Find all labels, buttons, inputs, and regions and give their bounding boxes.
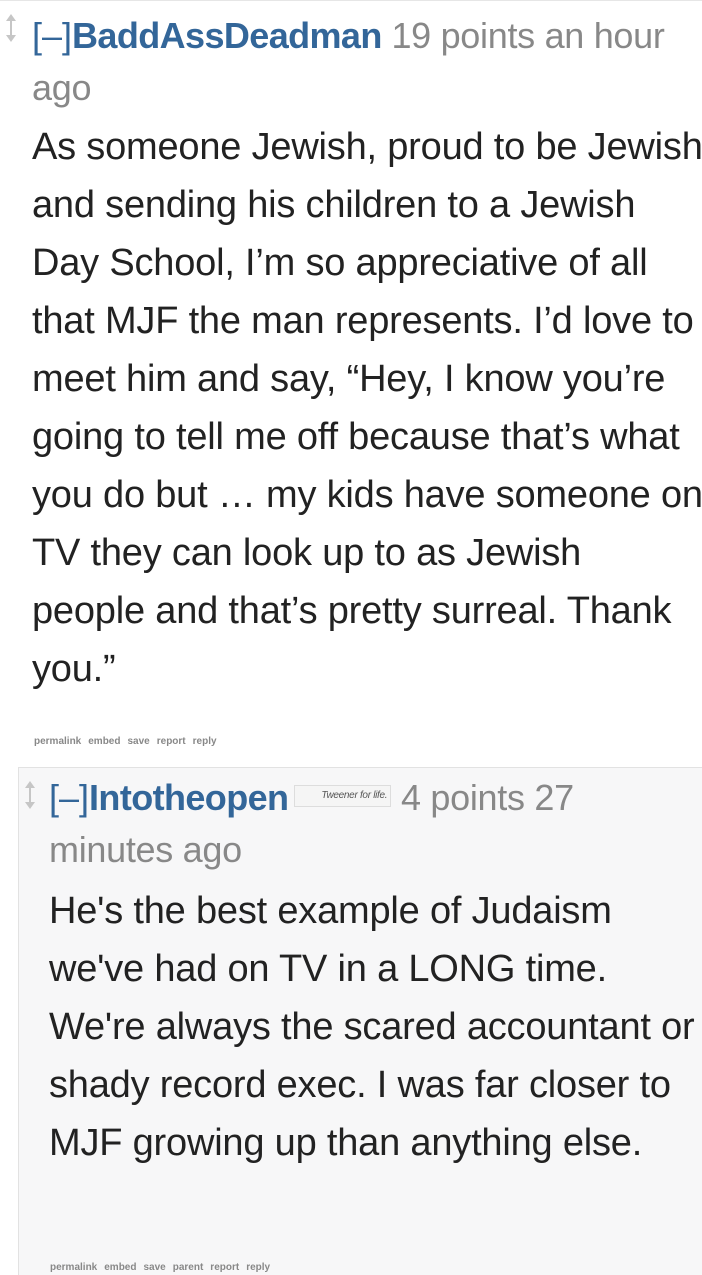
parent-button[interactable]: parent	[173, 1262, 204, 1273]
collapse-toggle[interactable]: [–]	[32, 15, 72, 56]
save-button[interactable]: save	[143, 1262, 165, 1273]
user-flair: Tweener for life.	[294, 785, 392, 808]
score: 19 points	[391, 15, 535, 56]
collapse-toggle[interactable]: [–]	[49, 777, 89, 818]
comment-body: He's the best example of Judaism we've h…	[49, 890, 695, 1164]
score: 4 points	[400, 777, 525, 818]
embed-button[interactable]: embed	[88, 736, 120, 747]
reply-button[interactable]: reply	[193, 736, 217, 747]
report-button[interactable]: report	[157, 736, 186, 747]
permalink-button[interactable]: permalink	[34, 736, 81, 747]
author-link[interactable]: Intotheopen	[89, 777, 289, 818]
top-divider	[0, 0, 702, 1]
vote-stem	[29, 787, 31, 803]
permalink-button[interactable]: permalink	[50, 1262, 97, 1273]
comment-buttons: permalink embed save report reply	[34, 736, 224, 747]
comment-1: [–]BaddAssDeadman 19 points an hour ago …	[0, 2, 702, 760]
comment-2: [–]Intotheopen Tweener for life. 4 points…	[18, 767, 702, 1275]
downvote-icon[interactable]	[25, 802, 35, 809]
embed-button[interactable]: embed	[104, 1262, 136, 1273]
author-link[interactable]: BaddAssDeadman	[72, 15, 382, 56]
comment-tagline: [–]Intotheopen Tweener for life. 4 points…	[49, 772, 699, 876]
vote-stem	[10, 20, 12, 36]
vote-arrows-icon[interactable]	[24, 781, 36, 809]
comment-buttons: permalink embed save parent report reply	[50, 1262, 277, 1273]
vote-arrows-icon[interactable]	[5, 14, 17, 42]
comment-body: As someone Jewish, proud to be Jewish an…	[32, 126, 702, 690]
downvote-icon[interactable]	[6, 35, 16, 42]
report-button[interactable]: report	[210, 1262, 239, 1273]
save-button[interactable]: save	[127, 736, 149, 747]
reply-button[interactable]: reply	[246, 1262, 270, 1273]
comment-tagline: [–]BaddAssDeadman 19 points an hour ago	[32, 10, 692, 114]
